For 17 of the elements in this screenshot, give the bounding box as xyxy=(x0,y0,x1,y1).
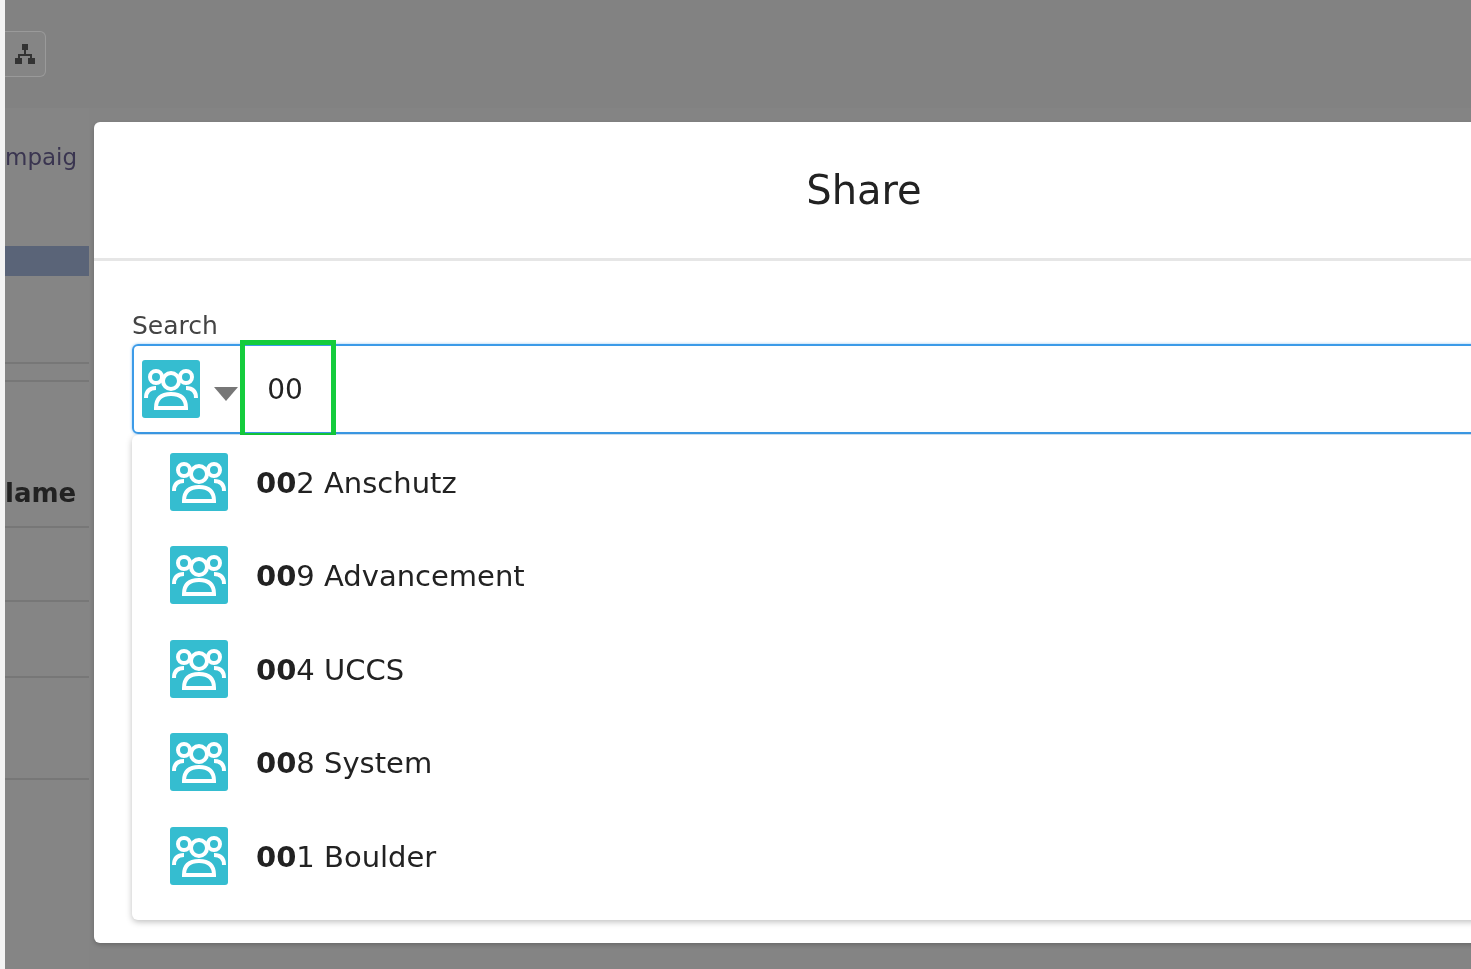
result-item[interactable]: 008 System xyxy=(132,733,1471,827)
group-icon xyxy=(170,733,228,792)
result-item[interactable]: 009 Advancement xyxy=(132,546,1471,640)
hierarchy-icon xyxy=(13,42,37,66)
result-item[interactable]: 002 Anschutz xyxy=(132,453,1471,547)
result-item[interactable]: 004 UCCS xyxy=(132,639,1471,734)
column-header: lame xyxy=(5,477,78,510)
hierarchy-button[interactable] xyxy=(5,31,46,77)
group-icon xyxy=(142,360,200,418)
result-item[interactable]: 001 Boulder xyxy=(132,826,1471,921)
search-label: Search xyxy=(132,311,219,340)
group-icon xyxy=(170,826,228,885)
group-icon xyxy=(170,639,228,698)
group-icon xyxy=(170,453,228,511)
group-icon xyxy=(170,546,228,605)
dialog-title: Share xyxy=(806,167,922,213)
caret-icon[interactable] xyxy=(214,387,238,401)
